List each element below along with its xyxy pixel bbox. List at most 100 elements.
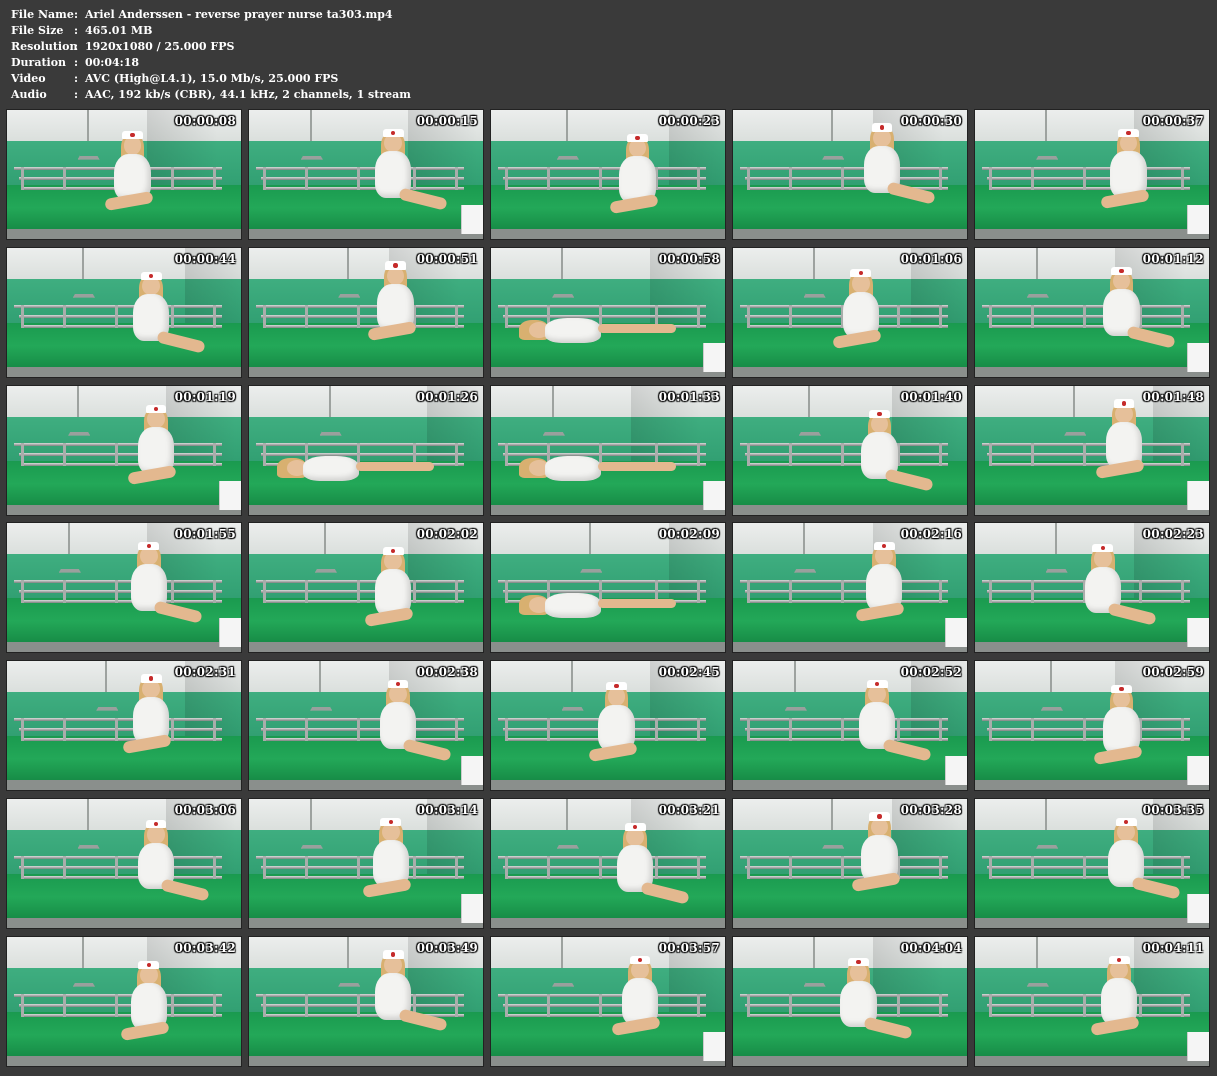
bed-rail-post — [1180, 442, 1184, 466]
trapeze-rope — [67, 523, 70, 554]
bed-rail-post — [1082, 166, 1086, 190]
trapeze-rope — [319, 661, 322, 692]
thumbnail-scene — [491, 661, 725, 790]
bed-rail-post — [1031, 717, 1035, 741]
bed-rail-post — [747, 717, 751, 741]
bed-frame — [491, 228, 725, 239]
bed-rail-post — [696, 993, 700, 1017]
person-figure — [845, 401, 934, 504]
thumbnail-scene — [975, 661, 1209, 790]
bed-rail — [256, 442, 465, 446]
trapeze-rope — [565, 110, 568, 141]
info-row-file-size: File Size : 465.01 MB — [11, 23, 411, 39]
bed-rail-post — [789, 993, 793, 1017]
thumbnail-timestamp: 00:03:21 — [658, 803, 720, 817]
person-figure — [1087, 676, 1167, 779]
bed-frame — [733, 1055, 967, 1066]
person-figure — [843, 671, 932, 774]
thumbnail-scene — [733, 248, 967, 377]
info-key: Duration — [11, 56, 67, 69]
bedside-cabinet — [1186, 756, 1209, 785]
bed-rail-post — [989, 993, 993, 1017]
video-thumbnail: 00:01:55 — [6, 522, 242, 653]
thumbnail-scene — [975, 799, 1209, 928]
bed-frame — [975, 228, 1209, 239]
nurse-cap — [869, 409, 890, 418]
nurse-cap — [138, 960, 160, 969]
bed-frame — [249, 504, 483, 515]
thumbnail-timestamp: 00:00:58 — [658, 252, 720, 266]
trapeze-rope — [831, 799, 834, 830]
info-value: 1920x1080 / 25.000 FPS — [85, 40, 235, 53]
video-thumbnail: 00:02:09 — [490, 522, 726, 653]
bed-rail-post — [63, 442, 67, 466]
video-thumbnail: 00:03:49 — [248, 936, 484, 1067]
thumbnail-timestamp: 00:02:02 — [416, 527, 478, 541]
thumbnail-timestamp: 00:01:55 — [174, 527, 236, 541]
uniform — [303, 456, 359, 482]
nurse-cap — [871, 123, 893, 132]
info-value: 465.01 MB — [85, 24, 153, 37]
person-figure — [519, 313, 683, 352]
legs — [597, 599, 677, 608]
video-thumbnail: 00:01:26 — [248, 385, 484, 516]
bedside-cabinet — [944, 756, 967, 785]
person-figure — [601, 814, 690, 917]
bed-frame — [975, 366, 1209, 377]
bed-rail-post — [305, 717, 309, 741]
video-thumbnail: 00:03:21 — [490, 798, 726, 929]
thumbnail-scene — [975, 248, 1209, 377]
thumbnail-scene — [249, 248, 483, 377]
person-figure — [122, 396, 202, 499]
bed-frame — [491, 366, 725, 377]
thumbnail-timestamp: 00:00:37 — [1142, 114, 1204, 128]
bed-rail-post — [840, 855, 844, 879]
person-figure — [850, 533, 930, 636]
bed-rail-post — [212, 442, 216, 466]
thumbnail-timestamp: 00:01:40 — [900, 390, 962, 404]
bed-rail-post — [747, 855, 751, 879]
bed-rail-post — [263, 442, 267, 466]
trapeze-rope — [347, 937, 350, 968]
bed-rail-post — [789, 579, 793, 603]
thumbnail-scene — [7, 248, 241, 377]
nurse-cap — [1111, 266, 1132, 275]
uniform — [545, 456, 601, 482]
video-thumbnail: 00:03:06 — [6, 798, 242, 929]
bed-frame — [733, 917, 967, 928]
bed-rail-post — [598, 166, 602, 190]
thumbnail-scene — [7, 937, 241, 1066]
trapeze-rope — [86, 799, 89, 830]
bed-rail-post — [1031, 442, 1035, 466]
bed-rail-post — [789, 717, 793, 741]
bed-rail-post — [1180, 304, 1184, 328]
thumbnail-scene — [249, 661, 483, 790]
bed-rail-post — [840, 579, 844, 603]
legs — [355, 462, 435, 471]
person-figure — [361, 253, 441, 356]
bed-frame — [7, 1055, 241, 1066]
bedside-cabinet — [1186, 343, 1209, 372]
video-thumbnail: 00:00:08 — [6, 109, 242, 240]
bed-rail-post — [305, 855, 309, 879]
video-thumbnail: 00:02:31 — [6, 660, 242, 791]
bed-rail-post — [1031, 855, 1035, 879]
bed-rail-post — [63, 855, 67, 879]
thumbnail-timestamp: 00:01:19 — [174, 390, 236, 404]
bed-rail-post — [1180, 855, 1184, 879]
info-key: Resolution — [11, 40, 78, 53]
nurse-cap — [866, 679, 888, 688]
trapeze-rope — [1035, 248, 1038, 279]
trapeze-rope — [807, 386, 810, 417]
bed-rail-post — [21, 166, 25, 190]
bedside-cabinet — [702, 1032, 725, 1061]
nurse-cap — [629, 955, 651, 964]
bed-frame — [491, 641, 725, 652]
bed-frame — [7, 228, 241, 239]
nurse-cap — [850, 269, 872, 278]
bed-rail-post — [454, 855, 458, 879]
bed-frame — [491, 1055, 725, 1066]
bed-rail-post — [454, 304, 458, 328]
video-thumbnail: 00:01:40 — [732, 385, 968, 516]
bed-rail-post — [212, 855, 216, 879]
